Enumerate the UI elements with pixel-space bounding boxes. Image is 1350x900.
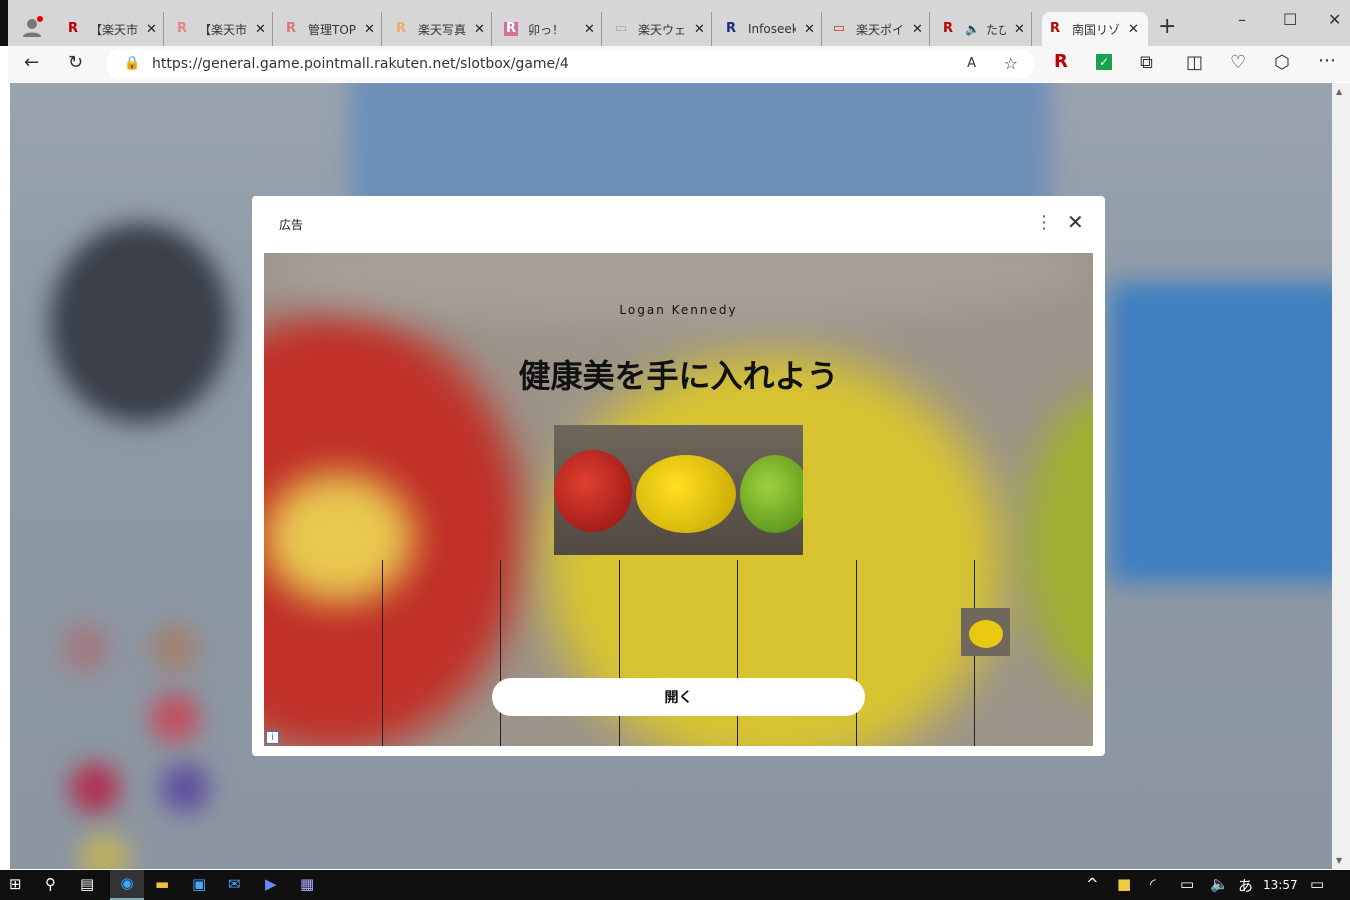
close-tab-icon[interactable]: ✕ — [1128, 22, 1139, 37]
close-tab-icon[interactable]: ✕ — [912, 22, 923, 37]
close-window-button[interactable]: ✕ — [1328, 10, 1341, 29]
scrollbar[interactable]: ▲ ▼ — [1332, 83, 1350, 869]
speaker-icon[interactable]: 🔈 — [965, 22, 980, 36]
tab-active[interactable]: R 南国リゾ ✕ — [1042, 12, 1148, 46]
volume-icon[interactable]: 🔈 — [1210, 875, 1229, 893]
clock[interactable]: 13:57 — [1263, 878, 1298, 892]
mail-icon[interactable]: ✉ — [228, 875, 241, 893]
rakuten-icon: R — [67, 21, 78, 36]
show-hidden-icons[interactable]: ^ — [1086, 875, 1099, 893]
taskbar: ⊞ ⚲ ▤ ◉ ▬ ▣ ✉ ▶ ▦ ^ ■ ◜ ▭ 🔈 あ 13:57 ▭ — [0, 870, 1350, 900]
tab[interactable]: ▭ 楽天ポイ ✕ — [826, 12, 930, 46]
rakuten-icon: R — [285, 21, 296, 36]
edge-icon[interactable]: ◉ — [110, 870, 144, 900]
close-tab-icon[interactable]: ✕ — [1014, 22, 1025, 37]
close-tab-icon[interactable]: ✕ — [474, 22, 485, 37]
thumbnail-image — [961, 608, 1010, 656]
tab-bar: R【楽天市場✕ R【楽天市場✕ R管理TOP✕ R楽天写真✕ R卯っ！✕ ▭楽天… — [0, 0, 1350, 46]
file-explorer-icon[interactable]: ▬ — [155, 875, 169, 893]
tab[interactable]: R【楽天市場✕ — [169, 12, 273, 46]
rakuten-point-icon: ▭ — [832, 21, 846, 36]
tab[interactable]: R Infoseek ✕ — [718, 12, 822, 46]
close-tab-icon[interactable]: ✕ — [255, 22, 266, 37]
tray-app-icon[interactable]: ■ — [1117, 875, 1131, 893]
extensions-icon[interactable]: ⧉ — [1140, 52, 1153, 73]
close-tab-icon[interactable]: ✕ — [584, 22, 595, 37]
collections-icon[interactable]: ⬡ — [1274, 52, 1290, 73]
store-icon[interactable]: ▣ — [192, 875, 206, 893]
ad-dialog: 広告 ⋮ ✕ Logan Kennedy 健康美を手に入れよう 開く i — [252, 196, 1105, 756]
rakuten-extension-icon[interactable]: R — [1054, 51, 1068, 72]
ad-label: 広告 — [279, 218, 304, 232]
minimize-button[interactable]: – — [1238, 10, 1246, 29]
wifi-icon[interactable]: ◜ — [1150, 875, 1156, 893]
apples-image — [554, 425, 803, 555]
battery-icon[interactable]: ▭ — [1180, 875, 1194, 893]
open-button[interactable]: 開く — [492, 678, 865, 716]
refresh-icon[interactable]: ↻ — [68, 52, 83, 73]
rakuten-icon: R — [942, 21, 953, 36]
ime-indicator[interactable]: あ — [1238, 875, 1253, 896]
search-icon[interactable]: ⚲ — [45, 875, 56, 893]
tab[interactable]: R 管理TOP ✕ — [278, 12, 382, 46]
media-player-icon[interactable]: ▶ — [265, 875, 277, 893]
tab[interactable]: ▭楽天ウェブ✕ — [608, 12, 712, 46]
more-options-icon[interactable]: ⋮ — [1035, 212, 1053, 233]
close-icon[interactable]: ✕ — [1067, 210, 1084, 234]
lock-icon: 🔒 — [124, 56, 141, 71]
tab[interactable]: R 楽天写真 ✕ — [388, 12, 492, 46]
tab[interactable]: R 卯っ！ ✕ — [498, 12, 602, 46]
ad-brand: Logan Kennedy — [619, 303, 738, 317]
performance-icon[interactable]: ♡ — [1230, 52, 1246, 73]
close-tab-icon[interactable]: ✕ — [146, 22, 157, 37]
ad-headline: 健康美を手に入れよう — [518, 357, 839, 395]
rakuten-icon: R — [395, 21, 406, 36]
rakuten-icon: R — [504, 21, 518, 36]
back-icon[interactable]: ← — [24, 52, 39, 73]
toolbar: ← ↻ 🔒 https://general.game.pointmall.raku… — [8, 46, 1350, 82]
split-screen-icon[interactable]: ◫ — [1186, 52, 1203, 73]
ad-info-icon[interactable]: i — [266, 731, 279, 744]
web-icon: ▭ — [614, 21, 628, 36]
task-view-icon[interactable]: ▤ — [80, 875, 94, 893]
profile-icon[interactable] — [22, 16, 44, 38]
read-aloud-icon[interactable]: A — [967, 49, 976, 79]
ad-creative[interactable]: Logan Kennedy 健康美を手に入れよう 開く i — [264, 253, 1093, 746]
rakuten-icon: R — [176, 21, 187, 36]
rakuten-icon: R — [1049, 21, 1060, 36]
check-extension-icon[interactable]: ✓ — [1096, 54, 1112, 70]
infoseek-icon: R — [725, 21, 736, 36]
app-icon[interactable]: ▦ — [300, 875, 314, 893]
new-tab-button[interactable]: + — [1158, 14, 1176, 39]
close-tab-icon[interactable]: ✕ — [694, 22, 705, 37]
notifications-icon[interactable]: ▭ — [1310, 875, 1324, 893]
maximize-button[interactable]: ☐ — [1283, 10, 1297, 29]
favorite-star-icon[interactable]: ☆ — [1004, 49, 1018, 79]
windows-start-icon[interactable]: ⊞ — [9, 875, 22, 893]
menu-icon[interactable]: ⋯ — [1318, 50, 1336, 71]
close-tab-icon[interactable]: ✕ — [804, 22, 815, 37]
tab[interactable]: R 🔈 たび ✕ — [935, 12, 1032, 46]
tab[interactable]: R【楽天市場✕ — [60, 12, 164, 46]
address-bar[interactable]: 🔒 https://general.game.pointmall.rakuten.… — [106, 49, 1034, 79]
close-tab-icon[interactable]: ✕ — [364, 22, 375, 37]
